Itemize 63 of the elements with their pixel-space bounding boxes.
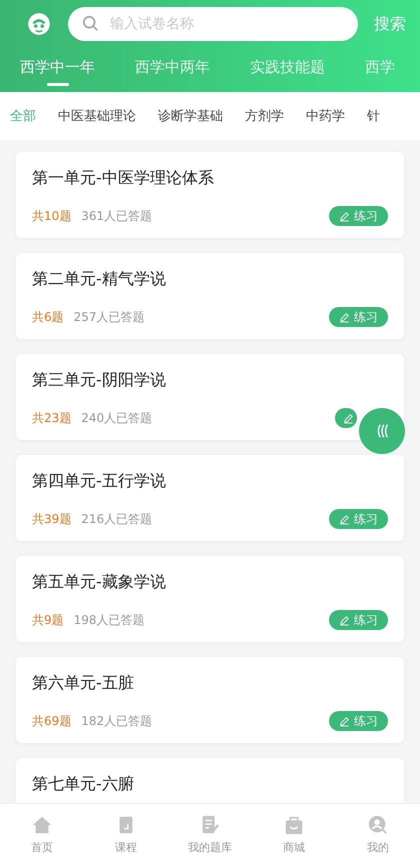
practice-button[interactable]: 练习	[329, 307, 388, 327]
unit-title: 第六单元-五脏	[32, 673, 135, 693]
pencil-icon	[343, 412, 354, 424]
nav-label: 我的	[367, 840, 389, 854]
question-count: 共9题	[32, 612, 64, 628]
nav-item[interactable]: 商城	[259, 814, 329, 854]
unit-card[interactable]: 第三单元-阴阳学说 共23题 240人已答题	[16, 354, 404, 440]
nav-label: 课程	[115, 840, 137, 854]
tab[interactable]: 西学中一年	[20, 48, 95, 92]
category-tab[interactable]: 全部	[10, 107, 36, 125]
unit-title: 第三单元-阴阳学说	[32, 370, 167, 390]
practice-button[interactable]: 练习	[329, 610, 388, 630]
nav-item[interactable]: 我的题库	[175, 814, 245, 854]
practice-button[interactable]: 练习	[329, 509, 388, 529]
question-count: 共6题	[32, 308, 64, 326]
search-button[interactable]: 搜索	[374, 14, 406, 34]
unit-title: 第二单元-精气学说	[32, 269, 167, 289]
answered-count: 361人已答题	[81, 208, 154, 224]
practice-button[interactable]: 练习	[329, 206, 388, 226]
unit-card[interactable]: 第二单元-精气学说 共6题 257人已答题 练习	[16, 253, 404, 339]
pencil-icon	[339, 312, 350, 322]
user-icon	[367, 814, 389, 836]
nav-label: 商城	[283, 840, 305, 854]
category-tab[interactable]: 方剂学	[245, 107, 284, 125]
search-icon	[82, 15, 100, 33]
question-count: 共10题	[32, 208, 72, 224]
tab[interactable]: 西学	[365, 48, 395, 92]
question-count: 共69题	[32, 712, 72, 730]
nav-label: 首页	[31, 840, 53, 854]
answered-count: 240人已答题	[81, 410, 154, 426]
category-tab[interactable]: 中医基础理论	[58, 107, 136, 125]
question-count: 共39题	[32, 510, 72, 528]
logo-icon	[26, 11, 52, 37]
pencil-icon	[339, 614, 350, 626]
unit-title: 第五单元-藏象学说	[32, 572, 167, 592]
nav-item[interactable]: 我的	[343, 814, 413, 854]
pencil-icon	[339, 210, 350, 222]
category-tab[interactable]: 中药学	[306, 107, 345, 125]
unit-card[interactable]: 第一单元-中医学理论体系 共10题 361人已答题 练习	[16, 152, 404, 238]
unit-card[interactable]: 第五单元-藏象学说 共9题 198人已答题 练习	[16, 556, 404, 642]
question-count: 共23题	[32, 410, 72, 426]
category-tab[interactable]: 诊断学基础	[158, 107, 223, 125]
unit-card[interactable]: 第七单元-六腑	[16, 758, 404, 803]
tab[interactable]: 西学中两年	[135, 48, 210, 92]
practice-button[interactable]	[335, 408, 357, 428]
pencil-icon	[339, 514, 350, 524]
answered-count: 216人已答题	[81, 510, 154, 528]
unit-card[interactable]: 第四单元-五行学说 共39题 216人已答题 练习	[16, 455, 404, 541]
practice-button[interactable]: 练习	[329, 711, 388, 731]
answered-count: 257人已答题	[74, 308, 146, 326]
answered-count: 182人已答题	[81, 712, 154, 730]
unit-title: 第一单元-中医学理论体系	[32, 168, 215, 188]
category-tab[interactable]: 针	[367, 107, 380, 125]
unit-card[interactable]: 第六单元-五脏 共69题 182人已答题 练习	[16, 657, 404, 743]
unit-title: 第七单元-六腑	[32, 774, 135, 794]
pencil-icon	[339, 716, 350, 726]
floating-button[interactable]	[359, 408, 405, 454]
answered-count: 198人已答题	[74, 612, 146, 628]
unit-title: 第四单元-五行学说	[32, 471, 167, 491]
nav-label: 我的题库	[188, 840, 232, 854]
nav-item[interactable]: 首页	[7, 814, 77, 854]
tab[interactable]: 实践技能题	[250, 48, 325, 92]
nav-item[interactable]: 课程	[91, 814, 161, 854]
